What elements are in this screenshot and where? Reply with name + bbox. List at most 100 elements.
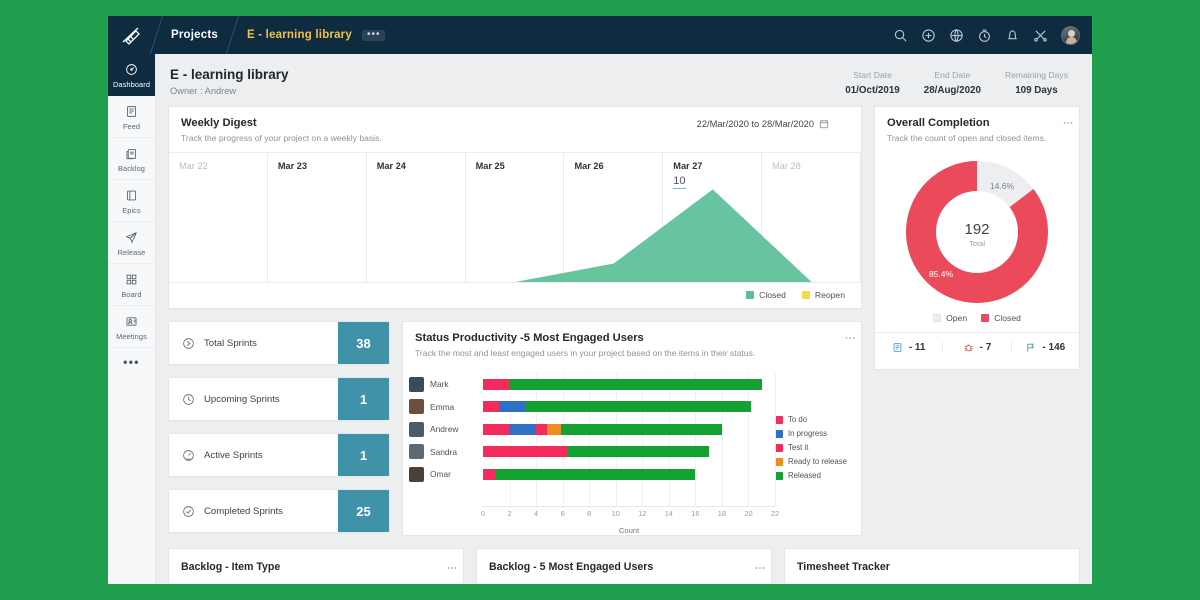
breadcrumb-project[interactable]: E - learning library xyxy=(233,29,360,41)
bar-segment[interactable] xyxy=(483,469,496,480)
sprint-value: 1 xyxy=(338,378,389,420)
weekly-digest-date-range[interactable]: 22/Mar/2020 to 28/Mar/2020 xyxy=(697,119,829,129)
sidebar-item-epics[interactable]: Epics xyxy=(108,180,155,222)
chart-row[interactable]: Mark xyxy=(409,373,775,396)
legend-item-closed[interactable]: Closed xyxy=(981,313,1021,323)
x-tick-label: 2 xyxy=(507,509,511,518)
bell-icon[interactable] xyxy=(1005,28,1020,43)
legend-item-open[interactable]: Open xyxy=(933,313,967,323)
legend-item[interactable]: Ready to release xyxy=(775,457,851,466)
overall-completion-subtitle: Track the count of open and closed items… xyxy=(887,133,1067,143)
sidebar-item-backlog[interactable]: Backlog xyxy=(108,138,155,180)
bar-segment[interactable] xyxy=(496,469,695,480)
stat-tasks[interactable]: - 11 xyxy=(875,342,943,353)
sidebar-more-button[interactable]: ••• xyxy=(108,348,155,376)
bar-segment[interactable] xyxy=(552,446,567,457)
chart-row[interactable]: Andrew xyxy=(409,418,775,441)
digest-day-column[interactable]: Mar 26 xyxy=(564,153,663,282)
breadcrumb-more-button[interactable]: ••• xyxy=(362,30,386,41)
sprint-card-total[interactable]: Total Sprints 38 xyxy=(168,321,390,365)
sprint-card-completed[interactable]: Completed Sprints 25 xyxy=(168,489,390,533)
sprint-card-upcoming[interactable]: Upcoming Sprints 1 xyxy=(168,377,390,421)
bar-segment[interactable] xyxy=(483,424,510,435)
digest-day-column[interactable]: Mar 24 xyxy=(367,153,466,282)
digest-day-label: Mar 25 xyxy=(476,161,564,171)
timer-icon[interactable] xyxy=(977,28,992,43)
overall-completion-menu-button[interactable]: ⋮ xyxy=(1065,118,1069,128)
bar-segment[interactable] xyxy=(536,424,547,435)
legend-label: In progress xyxy=(788,429,827,438)
sidebar-item-feed[interactable]: Feed xyxy=(108,96,155,138)
digest-day-column[interactable]: Mar 22 xyxy=(169,153,268,282)
breadcrumb-projects[interactable]: Projects xyxy=(157,29,232,41)
legend-swatch-closed xyxy=(746,291,754,299)
sidebar-item-label: Feed xyxy=(108,122,155,131)
avatar xyxy=(409,399,424,414)
status-productivity-legend: To do In progress Test it Ready to release R… xyxy=(775,369,851,529)
sidebar-item-dashboard[interactable]: Dashboard xyxy=(108,54,155,96)
search-icon[interactable] xyxy=(893,28,908,43)
digest-day-column[interactable]: Mar 27 10 xyxy=(663,153,762,282)
top-icon-group xyxy=(893,26,1092,45)
check-circle-icon xyxy=(182,505,195,518)
chart-row[interactable]: Sandra xyxy=(409,441,775,464)
sidebar-item-meetings[interactable]: Meetings xyxy=(108,306,155,348)
stat-stories[interactable]: - 146 xyxy=(1012,342,1079,353)
sidebar-item-release[interactable]: Release xyxy=(108,222,155,264)
user-avatar[interactable] xyxy=(1061,26,1080,45)
stacked-bar[interactable] xyxy=(483,469,775,480)
chart-row[interactable]: Omar xyxy=(409,463,775,486)
chart-x-ticks: 0246810121416182022 xyxy=(483,509,775,521)
stacked-bar[interactable] xyxy=(483,424,775,435)
bar-segment[interactable] xyxy=(561,424,722,435)
chart-row[interactable]: Emma xyxy=(409,396,775,419)
backlog-item-type-menu-button[interactable]: ⋮ xyxy=(449,563,453,573)
backlog-engaged-users-menu-button[interactable]: ⋮ xyxy=(757,563,761,573)
meetings-icon xyxy=(108,313,155,329)
bar-segment[interactable] xyxy=(483,401,499,412)
x-tick-label: 20 xyxy=(744,509,752,518)
digest-day-column[interactable]: Mar 28 xyxy=(762,153,861,282)
stacked-bar[interactable] xyxy=(483,446,775,457)
digest-day-count[interactable]: 10 xyxy=(673,175,685,189)
calendar-icon[interactable] xyxy=(819,119,829,129)
digest-day-column[interactable]: Mar 23 xyxy=(268,153,367,282)
app-logo[interactable] xyxy=(108,16,156,54)
sprint-card-active[interactable]: Active Sprints 1 xyxy=(168,433,390,477)
bar-segment[interactable] xyxy=(525,401,751,412)
overall-completion-header: Overall Completion Track the count of op… xyxy=(875,107,1079,152)
legend-item-closed[interactable]: Closed xyxy=(746,290,786,300)
status-productivity-card: Status Productivity -5 Most Engaged User… xyxy=(402,321,862,536)
dashboard-icon xyxy=(108,61,155,77)
bar-segment[interactable] xyxy=(510,379,762,390)
legend-label: To do xyxy=(788,415,807,424)
x-tick-label: 12 xyxy=(638,509,646,518)
start-date-value: 01/Oct/2019 xyxy=(845,85,899,96)
stacked-bar[interactable] xyxy=(483,379,775,390)
bar-segment[interactable] xyxy=(547,424,562,435)
bar-segment[interactable] xyxy=(483,379,510,390)
bar-segment[interactable] xyxy=(499,401,526,412)
status-productivity-menu-button[interactable]: ⋮ xyxy=(847,333,851,343)
globe-icon[interactable] xyxy=(949,28,964,43)
tools-icon[interactable] xyxy=(1033,28,1048,43)
digest-day-column[interactable]: Mar 25 xyxy=(466,153,565,282)
legend-item[interactable]: To do xyxy=(775,415,851,424)
legend-item[interactable]: Test it xyxy=(775,443,851,452)
x-tick-label: 6 xyxy=(561,509,565,518)
legend-item[interactable]: In progress xyxy=(775,429,851,438)
bar-segment[interactable] xyxy=(567,446,709,457)
sidebar-item-board[interactable]: Board xyxy=(108,264,155,306)
backlog-item-type-card: Backlog - Item Type ⋮ xyxy=(168,548,464,584)
bar-segment[interactable] xyxy=(510,424,537,435)
page-title: E - learning library xyxy=(170,67,289,82)
add-circle-icon[interactable] xyxy=(921,28,936,43)
stat-tasks-value: - 11 xyxy=(909,342,926,353)
legend-item-reopen[interactable]: Reopen xyxy=(802,290,845,300)
stat-bugs[interactable]: - 7 xyxy=(943,342,1011,353)
overall-completion-legend: Open Closed xyxy=(887,306,1067,332)
donut-center-value: 192 xyxy=(964,221,989,238)
bar-segment[interactable] xyxy=(483,446,552,457)
stacked-bar[interactable] xyxy=(483,401,775,412)
legend-item[interactable]: Released xyxy=(775,471,851,480)
